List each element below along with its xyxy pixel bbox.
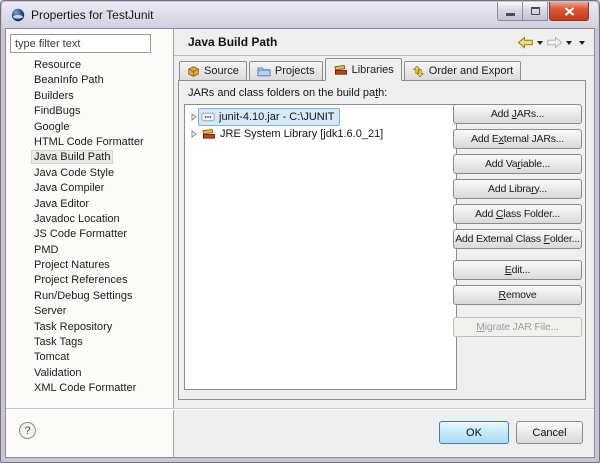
add-variable-button[interactable]: Add Variable...: [453, 154, 582, 174]
remove-button[interactable]: Remove: [453, 285, 582, 305]
sidebar-item-project-natures[interactable]: Project Natures: [6, 258, 173, 273]
preferences-sidebar: Resource BeanInfo Path Builders FindBugs…: [6, 29, 174, 457]
sidebar-item-beaninfo-path[interactable]: BeanInfo Path: [6, 73, 173, 88]
ok-button[interactable]: OK: [439, 421, 509, 444]
add-external-class-folder-button[interactable]: Add External Class Folder...: [453, 229, 582, 249]
add-library-button[interactable]: Add Library...: [453, 179, 582, 199]
source-icon: [187, 65, 200, 78]
titlebar[interactable]: Properties for TestJunit: [2, 2, 598, 28]
help-icon: ?: [24, 424, 31, 437]
sidebar-item-tomcat[interactable]: Tomcat: [6, 350, 173, 365]
projects-icon: [257, 65, 271, 77]
edit-button[interactable]: Edit...: [453, 260, 582, 280]
minimize-button[interactable]: [497, 2, 523, 21]
back-arrow-icon[interactable]: [517, 35, 534, 49]
minimize-icon: [505, 13, 515, 16]
sidebar-item-xml-code-formatter[interactable]: XML Code Formatter: [6, 381, 173, 396]
preferences-tree: Resource BeanInfo Path Builders FindBugs…: [6, 58, 173, 397]
main-panel: Java Build Path Source Projects Librarie…: [174, 29, 594, 457]
order-export-icon: [412, 65, 425, 78]
window-controls: [497, 2, 589, 21]
sidebar-item-java-editor[interactable]: Java Editor: [6, 197, 173, 212]
maximize-icon: [530, 7, 540, 15]
sidebar-item-html-code-formatter[interactable]: HTML Code Formatter: [6, 135, 173, 150]
add-jars-button[interactable]: Add JARs...: [453, 104, 582, 124]
library-icon: [202, 128, 215, 139]
list-item-jre-system-library[interactable]: JRE System Library [jdk1.6.0_21]: [185, 125, 456, 142]
sidebar-item-validation[interactable]: Validation: [6, 366, 173, 381]
build-path-tabs: Source Projects Libraries Order and Expo…: [179, 58, 523, 81]
help-button[interactable]: ?: [19, 422, 36, 439]
window-title: Properties for TestJunit: [31, 8, 154, 22]
maximize-button[interactable]: [523, 2, 548, 21]
dialog-client-area: Resource BeanInfo Path Builders FindBugs…: [5, 28, 595, 458]
add-external-jars-button[interactable]: Add External JARs...: [453, 129, 582, 149]
close-icon: [564, 6, 574, 16]
list-item-label: JRE System Library [jdk1.6.0_21]: [220, 127, 384, 140]
sidebar-item-java-compiler[interactable]: Java Compiler: [6, 181, 173, 196]
forward-dropdown-icon[interactable]: [566, 40, 572, 48]
jar-icon: [201, 112, 215, 121]
filter-input[interactable]: [10, 34, 151, 53]
sidebar-item-server[interactable]: Server: [6, 304, 173, 319]
view-menu-icon[interactable]: [579, 40, 585, 48]
sidebar-item-project-references[interactable]: Project References: [6, 273, 173, 288]
list-item-label: junit-4.10.jar - C:\JUNIT: [219, 110, 335, 123]
sidebar-item-run-debug-settings[interactable]: Run/Debug Settings: [6, 289, 173, 304]
list-item-junit-jar[interactable]: junit-4.10.jar - C:\JUNIT: [185, 107, 456, 126]
tab-projects[interactable]: Projects: [248, 61, 323, 81]
forward-arrow-icon: [547, 35, 563, 49]
close-button[interactable]: [549, 2, 589, 21]
jars-list-label: JARs and class folders on the build path…: [188, 87, 388, 99]
dialog-footer: ? OK Cancel: [6, 408, 594, 457]
page-title: Java Build Path: [188, 35, 278, 49]
sidebar-item-google[interactable]: Google: [6, 120, 173, 135]
eclipse-icon: [11, 8, 25, 22]
tab-libraries[interactable]: Libraries: [324, 58, 402, 81]
cancel-button[interactable]: Cancel: [516, 421, 583, 444]
sidebar-item-java-code-style[interactable]: Java Code Style: [6, 166, 173, 181]
sidebar-item-js-code-formatter[interactable]: JS Code Formatter: [6, 227, 173, 242]
sidebar-item-builders[interactable]: Builders: [6, 89, 173, 104]
sidebar-item-javadoc-location[interactable]: Javadoc Location: [6, 212, 173, 227]
sidebar-item-java-build-path[interactable]: Java Build Path: [6, 150, 173, 165]
tab-source[interactable]: Source: [179, 61, 247, 81]
sidebar-item-task-tags[interactable]: Task Tags: [6, 335, 173, 350]
properties-dialog: Properties for TestJunit Resource BeanIn…: [0, 0, 600, 463]
back-dropdown-icon[interactable]: [537, 40, 543, 48]
expand-arrow-icon[interactable]: [189, 112, 198, 121]
sidebar-item-resource[interactable]: Resource: [6, 58, 173, 73]
history-navigation: [517, 29, 585, 55]
tab-order-and-export[interactable]: Order and Export: [403, 61, 522, 81]
add-class-folder-button[interactable]: Add Class Folder...: [453, 204, 582, 224]
sidebar-item-findbugs[interactable]: FindBugs: [6, 104, 173, 119]
sidebar-item-pmd[interactable]: PMD: [6, 243, 173, 258]
migrate-jar-file-button: Migrate JAR File...: [453, 317, 582, 337]
expand-arrow-icon[interactable]: [189, 129, 198, 138]
libraries-tab-panel: JARs and class folders on the build path…: [178, 80, 586, 400]
page-header: Java Build Path: [174, 29, 594, 56]
libraries-icon: [333, 64, 348, 76]
build-path-list[interactable]: junit-4.10.jar - C:\JUNIT JRE System Lib…: [184, 104, 457, 390]
sidebar-item-task-repository[interactable]: Task Repository: [6, 320, 173, 335]
